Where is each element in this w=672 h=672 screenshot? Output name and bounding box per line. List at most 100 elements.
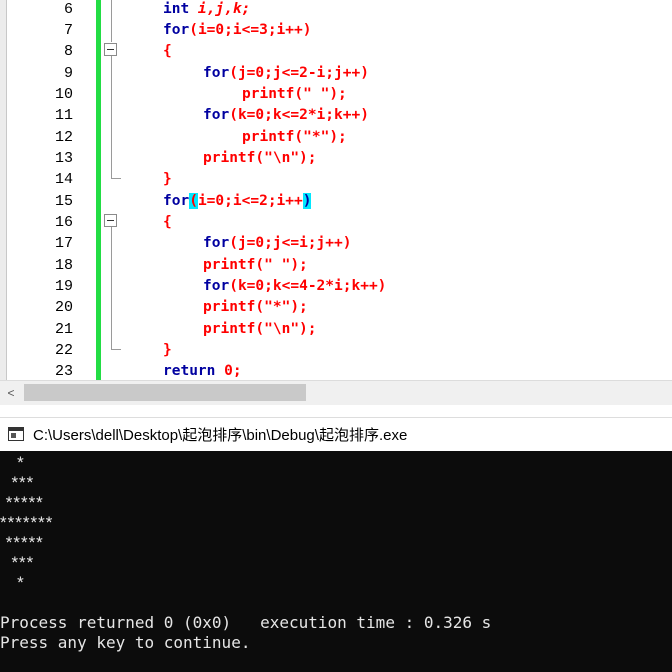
number-token: 0 [255, 278, 265, 294]
console-output-line: ***** [0, 533, 44, 552]
keyword-token: for [203, 65, 230, 81]
scrollbar-thumb[interactable] [24, 384, 306, 401]
paren-token: ( [294, 86, 304, 102]
keyword-token: for [163, 193, 190, 209]
code-line: printf("*"); [242, 127, 347, 148]
code-line: { [163, 212, 172, 233]
keyword-token: for [203, 278, 230, 294]
code-line: for(i=0;i<=2;i++) [163, 191, 312, 212]
code-token: i++ [276, 193, 303, 209]
fold-end-marker [111, 178, 121, 179]
editor-left-strip [0, 0, 7, 380]
fold-collapse-icon[interactable] [104, 43, 117, 56]
console-output-line: * [0, 453, 25, 472]
number-token: 3 [259, 22, 268, 38]
scroll-left-arrow-icon[interactable]: < [0, 381, 22, 405]
code-token: j<= [272, 65, 300, 81]
line-number: 6 [63, 1, 73, 18]
line-number: 9 [63, 65, 73, 82]
horizontal-scrollbar[interactable]: < [0, 380, 672, 405]
number-token: 0 [255, 107, 265, 123]
line-number: 7 [63, 22, 73, 39]
fold-guide-line [111, 0, 112, 42]
code-line: printf("\n"); [203, 319, 317, 340]
code-token: ); [299, 321, 317, 337]
code-token: k<= [272, 107, 300, 123]
code-line: printf("*"); [203, 297, 308, 318]
number-token: 0 [215, 193, 225, 209]
number-token: 0 [255, 65, 265, 81]
code-token: j= [237, 235, 256, 251]
code-line: printf(" "); [242, 84, 347, 105]
function-token: printf [203, 299, 256, 315]
console-output-line: *** [0, 473, 35, 492]
code-token: i= [197, 22, 216, 38]
number-token: 0 [215, 22, 225, 38]
panel-divider [0, 405, 672, 417]
line-number: 21 [54, 321, 73, 338]
code-token: i<= [232, 22, 260, 38]
code-line: int i,j,k; [163, 0, 250, 20]
code-token: i; [316, 107, 335, 123]
string-token: " " [303, 86, 330, 102]
keyword-token: int [163, 1, 198, 17]
code-line: for(k=0;k<=2*i;k++) [203, 105, 369, 126]
line-number: 17 [54, 235, 73, 252]
code-line: printf(" "); [203, 255, 308, 276]
code-token: ; [264, 107, 273, 123]
function-token: printf [242, 129, 295, 145]
line-number-gutter: 6 7 8 9 10 11 12 13 14 15 16 17 18 19 20… [7, 0, 95, 380]
console-title-bar[interactable]: C:\Users\dell\Desktop\起泡排序\bin\Debug\起泡排… [0, 417, 672, 452]
fold-guide-line [111, 227, 112, 349]
line-number: 8 [63, 43, 73, 60]
function-token: printf [242, 86, 295, 102]
line-number: 18 [54, 257, 73, 274]
code-token: k++) [351, 278, 387, 294]
code-token: ); [329, 129, 347, 145]
code-token: j<= [272, 235, 300, 251]
code-token: ); [329, 86, 347, 102]
console-status-line: Process returned 0 (0x0) execution time … [0, 613, 492, 632]
code-token: i; [334, 278, 352, 294]
line-number: 20 [54, 299, 73, 316]
code-line: } [163, 340, 172, 361]
code-token: i; [299, 235, 317, 251]
console-output-line: ******* [0, 513, 54, 532]
code-token: k= [237, 278, 256, 294]
number-token: 0 [255, 235, 265, 251]
console-output-line: ***** [0, 493, 44, 512]
console-window-icon [8, 427, 24, 441]
console-output-line: * [0, 573, 25, 592]
matched-paren-token: ) [302, 193, 312, 209]
fold-collapse-icon[interactable] [104, 214, 117, 227]
function-token: printf [203, 150, 256, 166]
code-line: for(i=0;i<=3;i++) [163, 20, 311, 41]
code-token: k<= [272, 278, 300, 294]
code-token: i++) [276, 22, 312, 38]
fold-end-marker [111, 349, 121, 350]
code-token: * [307, 107, 317, 123]
paren-token: ( [229, 65, 238, 81]
paren-token: ( [255, 321, 265, 337]
code-token: ; [264, 235, 273, 251]
code-token: i<= [232, 193, 260, 209]
paren-token: ( [229, 107, 238, 123]
line-number: 22 [54, 342, 73, 359]
number-token: 2 [316, 278, 326, 294]
brace-token: { [163, 214, 172, 230]
code-area[interactable]: int i,j,k; for(i=0;i<=3;i++) { for(j=0;j… [125, 0, 672, 380]
string-token: "*" [303, 129, 330, 145]
code-token: * [325, 278, 335, 294]
paren-token: ( [189, 22, 198, 38]
code-editor[interactable]: 6 7 8 9 10 11 12 13 14 15 16 17 18 19 20… [0, 0, 672, 380]
string-token: "\n" [264, 150, 300, 166]
identifier-token: i,j,k; [197, 1, 251, 17]
code-line: printf("\n"); [203, 148, 317, 169]
line-number: 16 [54, 214, 73, 231]
paren-token: ( [255, 257, 265, 273]
code-token: i= [197, 193, 216, 209]
brace-token: } [163, 171, 172, 187]
console-output[interactable]: * *** ***** ******* ***** *** * Process … [0, 451, 672, 672]
number-token: 2 [299, 107, 308, 123]
code-token: - [307, 278, 317, 294]
